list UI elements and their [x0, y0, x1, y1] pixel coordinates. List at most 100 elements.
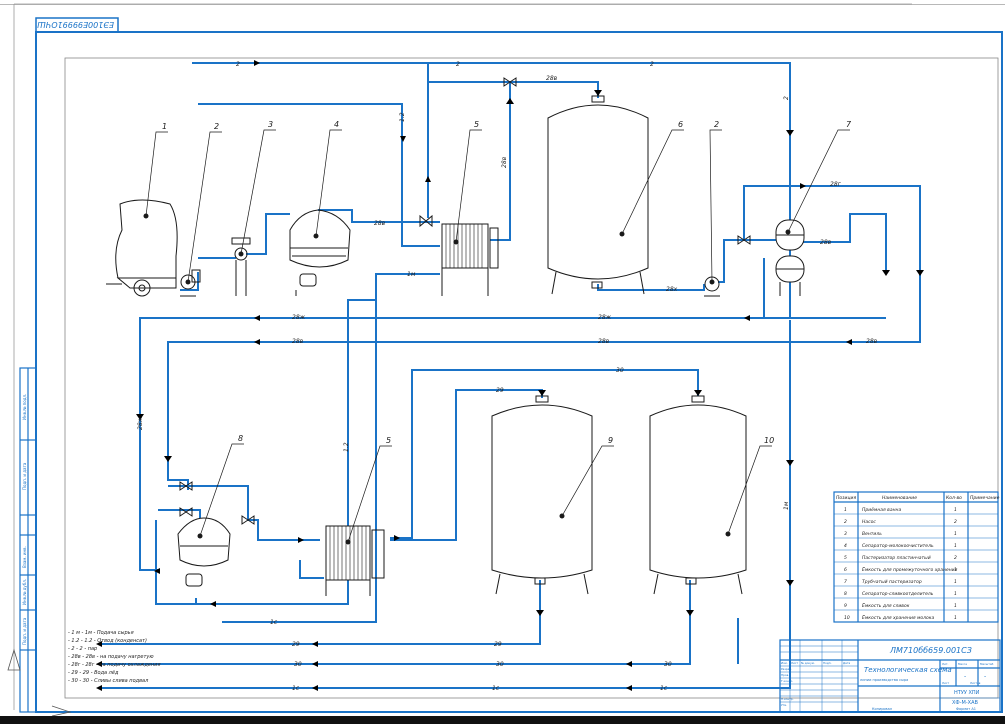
svg-text:Кол-во: Кол-во	[946, 495, 962, 501]
svg-text:2: 2	[650, 61, 654, 68]
spec-cell: 2	[954, 555, 957, 561]
svg-text:Масса: Масса	[958, 662, 967, 666]
svg-text:- 28г - 28г - на подачу охлажд: - 28г - 28г - на подачу охлаждения	[68, 662, 160, 668]
spec-cell: 9	[844, 603, 847, 609]
svg-text:28в: 28в	[501, 156, 508, 168]
svg-text:1с: 1с	[270, 619, 278, 626]
svg-text:29: 29	[494, 641, 502, 648]
svg-text:2: 2	[783, 96, 790, 100]
svg-text:- 1.2 - 1.2 - Отвод (конденсат: - 1.2 - 1.2 - Отвод (конденсат)	[68, 638, 147, 644]
svg-text:1м: 1м	[783, 501, 790, 510]
pipelines	[100, 62, 921, 689]
format-label: Формат А1	[956, 707, 976, 711]
svg-text:1с: 1с	[492, 685, 500, 692]
svg-text:2: 2	[236, 61, 240, 68]
callout-4: 4	[334, 120, 339, 129]
svg-text:Лист: Лист	[791, 661, 798, 665]
svg-text:28в: 28в	[546, 75, 558, 82]
svg-text:30: 30	[664, 661, 672, 668]
callout-2: 2	[214, 122, 219, 131]
spec-cell: 3	[844, 531, 847, 537]
svg-text:28г: 28г	[830, 181, 842, 188]
svg-text:Дата: Дата	[843, 661, 851, 665]
window-bottom-edge	[0, 716, 1005, 724]
spec-cell: Трубчатый пастеризатор	[862, 579, 922, 585]
callout-1: 1	[162, 122, 167, 131]
drawing-title: Технологическая схема	[864, 666, 952, 674]
tank-10	[649, 395, 747, 595]
svg-text:28ж: 28ж	[292, 314, 306, 321]
svg-text:28х: 28х	[666, 286, 678, 293]
drawing-sheet: ЕЭ100Е99991ОЧШ Инв.№ подл. Подп. и дата …	[0, 0, 1005, 724]
code-stamp: ЕЭ100Е99991ОЧШ	[37, 20, 114, 29]
svg-text:Разраб.: Разраб.	[781, 667, 792, 671]
svg-text:29: 29	[292, 641, 300, 648]
svg-text:1с: 1с	[292, 685, 300, 692]
callout-2b: 2	[714, 120, 719, 129]
tank-6	[547, 95, 649, 295]
spec-cell: 1	[954, 615, 957, 621]
svg-text:28ж: 28ж	[137, 416, 144, 430]
svg-text:30: 30	[496, 661, 504, 668]
svg-text:Лист: Лист	[942, 681, 949, 685]
spec-cell: 1	[954, 603, 957, 609]
svg-text:30: 30	[616, 367, 624, 374]
doc-number: ЛМ710бб659.001СЗ	[889, 646, 972, 655]
tank-9	[491, 395, 593, 595]
spec-cell: 2	[954, 519, 957, 525]
spec-cell: Насос	[862, 519, 876, 525]
svg-text:- 30 - 30 - Сливы слива подвал: - 30 - 30 - Сливы слива подвал	[68, 678, 149, 684]
svg-text:Пров.: Пров.	[781, 673, 789, 677]
left-stamp-labels: Инв.№ подл. Подп. и дата Взам. инв. Инв.…	[22, 394, 27, 645]
spec-cell: Пастеризатор пластинчатый	[862, 555, 931, 561]
group: ХФ-М-ХАВ	[952, 700, 978, 706]
svg-text:1.2: 1.2	[399, 112, 406, 122]
callout-7: 7	[846, 120, 852, 129]
line-labels: 2 2 2 28в 28в 28в 1.2 1м 28х 28г 28в 2 2…	[137, 61, 878, 692]
spec-cell: 1	[844, 507, 847, 513]
svg-text:1с: 1с	[660, 685, 668, 692]
svg-text:28ж: 28ж	[598, 314, 612, 321]
svg-text:Примечание: Примечание	[970, 495, 1000, 501]
svg-text:Т.контр.: Т.контр.	[780, 679, 793, 683]
callout-6: 6	[678, 120, 683, 129]
svg-text:Инв.№ дубл.: Инв.№ дубл.	[22, 579, 27, 605]
svg-text:Инв.№ подл.: Инв.№ подл.	[22, 394, 27, 420]
spec-cell: 1	[954, 591, 957, 597]
svg-text:Взам. инв.: Взам. инв.	[22, 546, 27, 568]
svg-text:Подп. и дата: Подп. и дата	[22, 462, 27, 490]
svg-text:28в: 28в	[374, 220, 386, 227]
svg-text:Масштаб: Масштаб	[980, 662, 994, 666]
spec-cell: Ёмкость для хранения молока	[862, 614, 934, 621]
copied-label: Копировал	[872, 707, 892, 711]
svg-text:-: -	[984, 673, 986, 680]
legend: - 1 м - 1м - Подача сырья - 1.2 - 1.2 - …	[68, 630, 160, 684]
corner-markers	[7, 648, 72, 717]
title-block: ЛМ710бб659.001СЗ Технологическая схема л…	[779, 639, 1001, 713]
drawing-subtitle: линии производства сыра	[860, 678, 908, 682]
spec-cell: Ёмкость для сливок	[862, 602, 910, 609]
callout-5b: 5	[386, 436, 391, 445]
spec-cell: 1	[954, 531, 957, 537]
callout-9: 9	[608, 436, 613, 445]
callout-8: 8	[238, 434, 243, 443]
svg-text:28в: 28в	[866, 338, 878, 345]
callout-3: 3	[268, 120, 273, 129]
spec-cell: 1	[954, 579, 957, 585]
svg-text:Листов: Листов	[970, 681, 981, 685]
spec-cell: 7	[844, 579, 847, 585]
svg-text:№ докум.: № докум.	[801, 661, 815, 665]
svg-text:30: 30	[294, 661, 302, 668]
svg-text:- 29 - 29 - Вода лёд: - 29 - 29 - Вода лёд	[68, 670, 119, 676]
svg-text:Лит.: Лит.	[942, 662, 949, 666]
spec-cell: 1	[954, 507, 957, 513]
spec-cell: Сепаратор-сливкоотделитель	[862, 591, 934, 597]
svg-text:Наименование: Наименование	[882, 495, 917, 501]
spec-table: Позиция Наименование Кол-во Примечание 1…	[833, 491, 1000, 623]
spec-cell: 8	[844, 591, 847, 597]
svg-text:- 28в - 28в - на подачу нагрет: - 28в - 28в - на подачу нагретую	[68, 654, 154, 660]
spec-cell: Ёмкость для промежуточного хранения	[862, 566, 958, 573]
svg-text:1м: 1м	[407, 271, 416, 278]
spec-cell: 1	[954, 567, 957, 573]
outer-frame	[13, 3, 1003, 713]
